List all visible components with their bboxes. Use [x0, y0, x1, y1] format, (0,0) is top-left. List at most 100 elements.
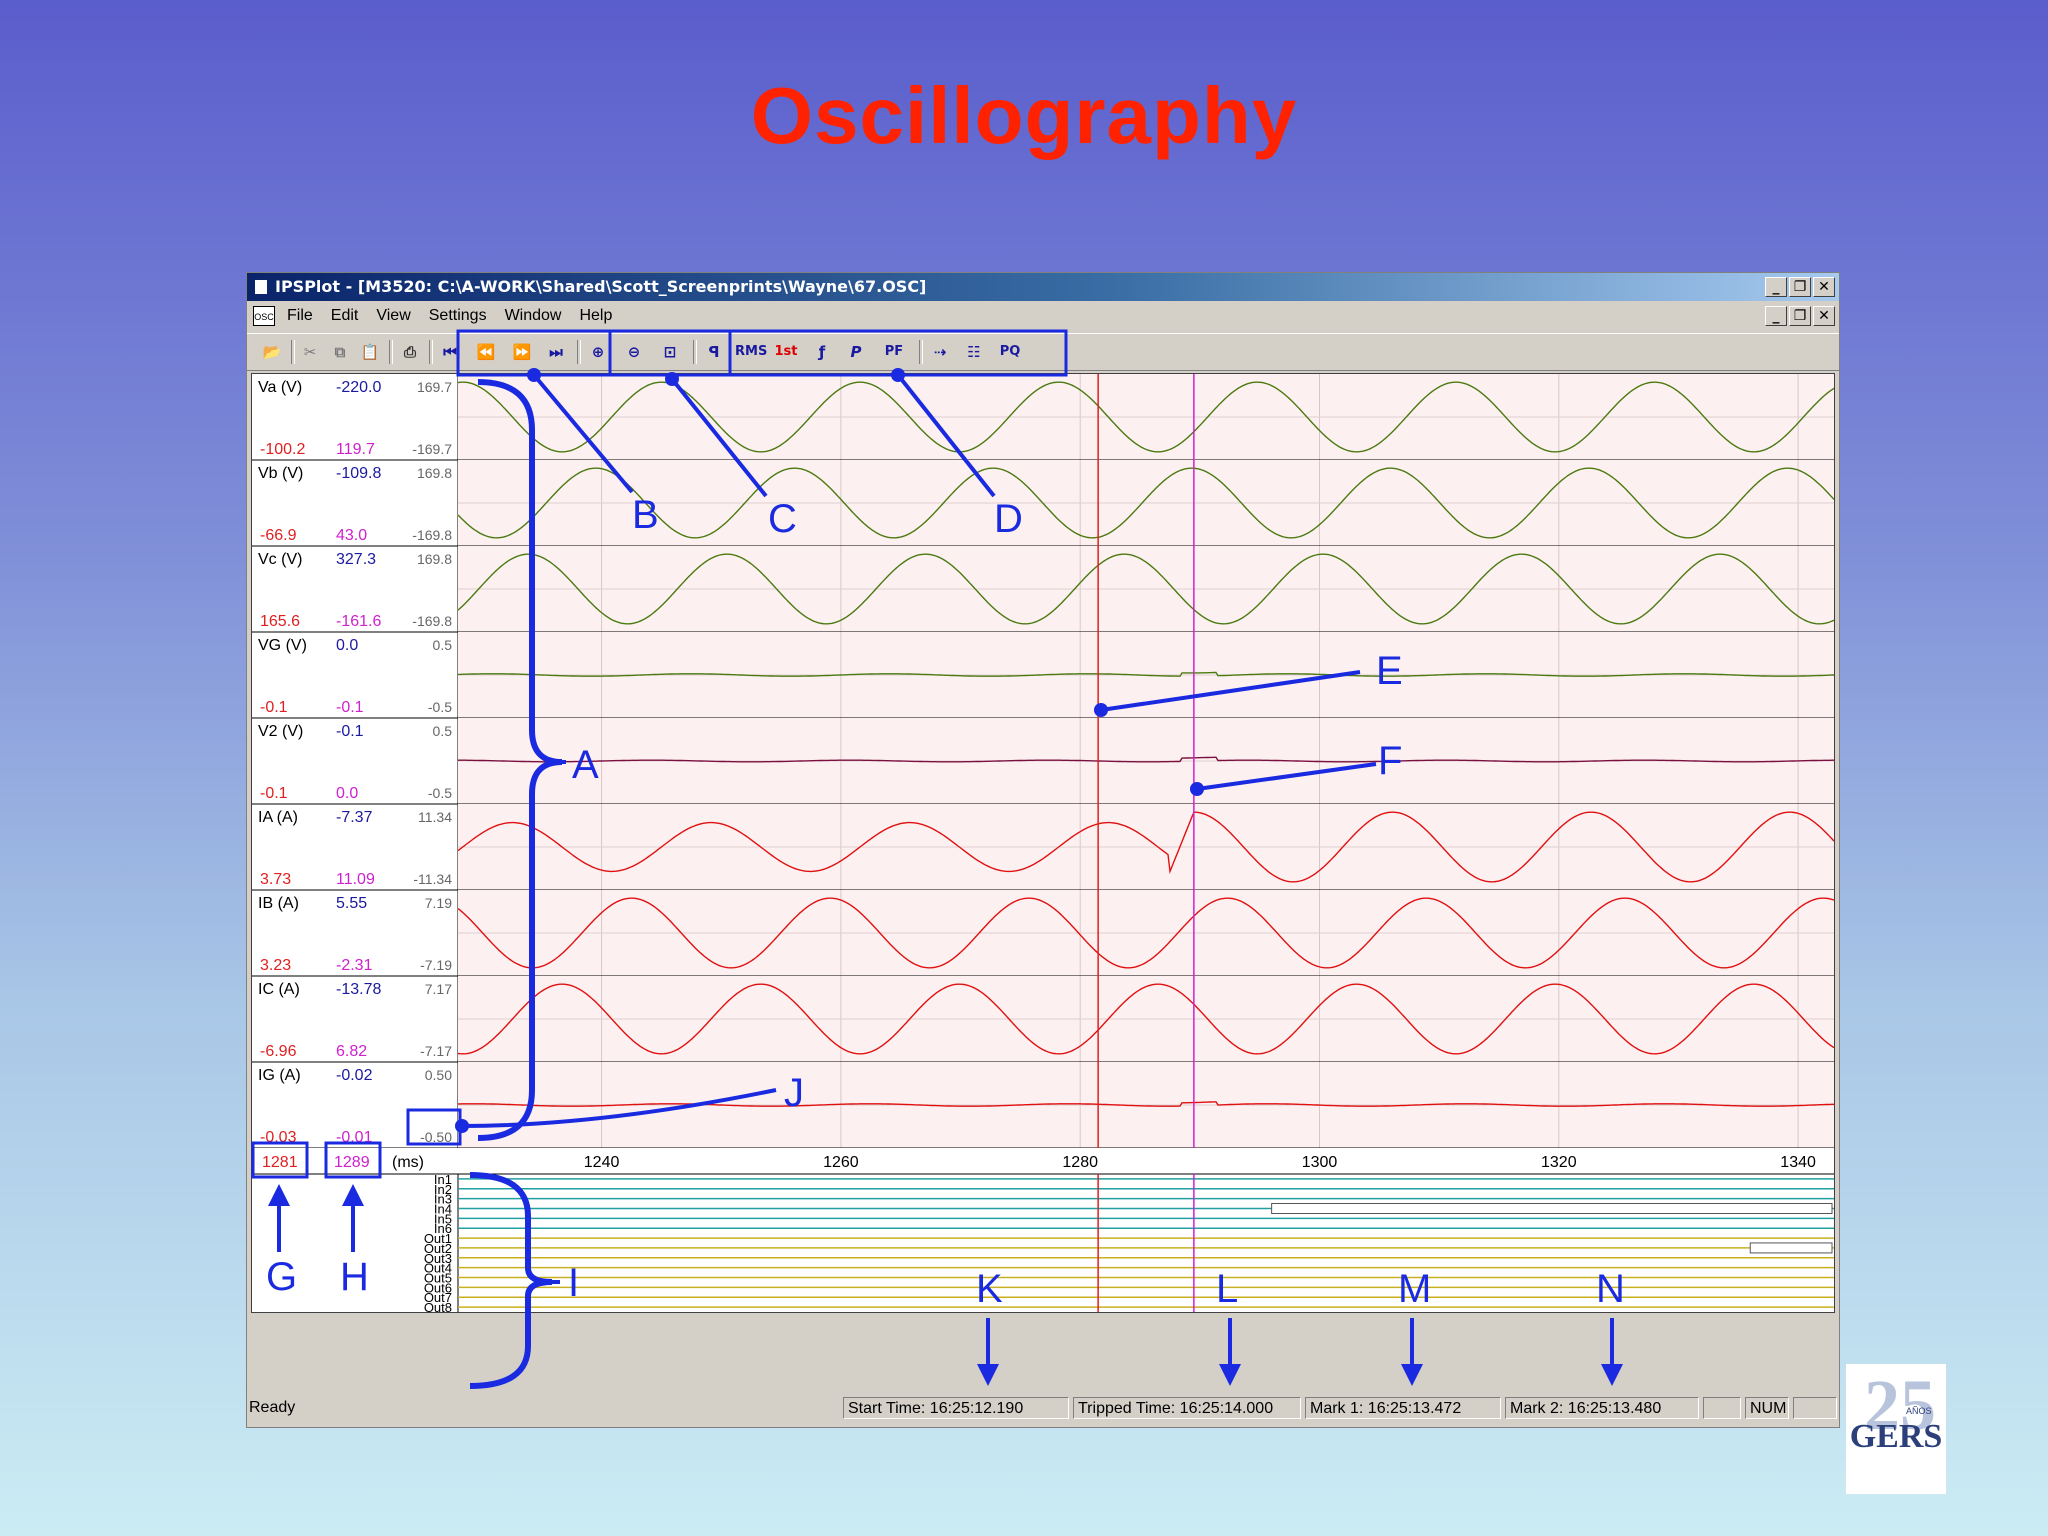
zoom-out-icon[interactable]: ⊖	[621, 340, 647, 364]
harmonics-icon[interactable]: ☷	[961, 340, 987, 364]
oscillography-plot[interactable]: Va (V) -220.0 169.7 -100.2 119.7 -169.7 Vb (V)…	[252, 374, 1835, 1315]
ipsplot-window: IPSPlot - [M3520: C:\A-WORK\Shared\Scott…	[246, 272, 1840, 1428]
trace-icon[interactable]: ⇢	[927, 340, 953, 364]
menu-view[interactable]: View	[376, 303, 410, 329]
document-icon[interactable]: OSC	[253, 306, 275, 326]
channel-value: 5.55	[336, 895, 367, 912]
first-harmonic-button[interactable]: 1st	[771, 340, 801, 364]
channel-min: -11.34	[413, 871, 452, 887]
channel-value: -0.02	[336, 1067, 373, 1084]
channel-min: -0.5	[428, 785, 452, 801]
power-factor-button[interactable]: PF	[879, 340, 909, 364]
zoom-in-icon[interactable]: ⊕	[585, 340, 611, 364]
channel-cursor1-value: -0.1	[260, 699, 288, 716]
menu-bar: OSC File Edit View Settings Window Help …	[247, 303, 1839, 329]
tripped-time-panel: Tripped Time: 16:25:14.000	[1073, 1397, 1301, 1419]
channel-name: IG (A)	[258, 1067, 301, 1084]
gers-logo: 25 AÑOS GERS	[1846, 1364, 1946, 1494]
channel-value: -7.37	[336, 809, 373, 826]
channel-cursor2-value: -0.01	[336, 1129, 373, 1146]
first-icon[interactable]: ⏮	[437, 340, 463, 364]
menu-settings[interactable]: Settings	[429, 303, 487, 329]
close-button[interactable]: ✕	[1813, 277, 1835, 297]
channel-max: 169.8	[417, 465, 452, 481]
channel-max: 11.34	[418, 809, 452, 825]
channel-cursor1-value: -100.2	[260, 441, 305, 458]
zoom-fit-icon[interactable]: ⊡	[657, 340, 683, 364]
time-tick: 1280	[1062, 1154, 1098, 1171]
logo-subtitle: AÑOS	[1906, 1406, 1932, 1416]
channel-min: -0.5	[428, 699, 452, 715]
menu-help[interactable]: Help	[579, 303, 612, 329]
digital-channel-name: Out8	[424, 1300, 452, 1312]
num-lock-panel: NUM	[1745, 1397, 1789, 1419]
rms-button[interactable]: RMS	[735, 340, 767, 364]
channel-cursor2-value: 11.09	[336, 871, 375, 888]
pq-button[interactable]: PQ	[995, 340, 1025, 364]
channel-max: 7.19	[425, 895, 452, 911]
channel-cursor2-value: 119.7	[336, 441, 375, 458]
channel-min: -169.8	[412, 527, 452, 543]
open-icon[interactable]: 📂	[259, 340, 285, 364]
mdi-restore-button[interactable]: ❐	[1789, 306, 1811, 326]
channel-name: Vb (V)	[258, 465, 303, 482]
previous-icon[interactable]: ⏪	[473, 340, 499, 364]
plot-area[interactable]: Va (V) -220.0 169.7 -100.2 119.7 -169.7 Vb (V)…	[251, 373, 1835, 1315]
channel-name: IC (A)	[258, 981, 300, 998]
channel-max: 7.17	[425, 981, 452, 997]
time-tick: 1340	[1780, 1154, 1816, 1171]
channel-name: Va (V)	[258, 379, 302, 396]
channel-value: -109.8	[336, 465, 381, 482]
channel-cursor2-value: -0.1	[336, 699, 364, 716]
phasor-icon[interactable]: ꟼ	[701, 340, 727, 364]
paste-icon[interactable]: 📋	[357, 340, 383, 364]
channel-cursor2-value: 6.82	[336, 1043, 367, 1060]
frequency-icon[interactable]: ƒ	[809, 340, 835, 364]
copy-icon[interactable]: ⧉	[327, 340, 353, 364]
channel-max: 0.5	[433, 723, 453, 739]
mdi-close-button[interactable]: ✕	[1813, 306, 1835, 326]
channel-cursor1-value: -6.96	[260, 1043, 297, 1060]
channel-min: -169.8	[412, 613, 452, 629]
time-unit: (ms)	[392, 1154, 424, 1171]
channel-value: -0.1	[336, 723, 364, 740]
menu-window[interactable]: Window	[505, 303, 562, 329]
channel-min: -169.7	[412, 441, 452, 457]
digital-high-pulse	[1271, 1203, 1833, 1214]
power-button[interactable]: P	[843, 340, 869, 364]
time-tick: 1320	[1541, 1154, 1577, 1171]
time-tick: 1260	[823, 1154, 859, 1171]
channel-cursor1-value: -66.9	[260, 527, 297, 544]
time-axis	[252, 1148, 1834, 1174]
status-blank-panel	[1703, 1397, 1741, 1419]
mdi-minimize-button[interactable]: _	[1765, 306, 1787, 326]
channel-cursor1-value: -0.03	[260, 1129, 297, 1146]
channel-cursor2-value: 0.0	[336, 785, 358, 802]
restore-button[interactable]: ❐	[1789, 277, 1811, 297]
status-blank-panel-2	[1793, 1397, 1837, 1419]
channel-value: -220.0	[336, 379, 381, 396]
channel-min: -7.17	[420, 1043, 452, 1059]
cut-icon[interactable]: ✂	[297, 340, 323, 364]
menu-edit[interactable]: Edit	[331, 303, 359, 329]
start-time-panel: Start Time: 16:25:12.190	[843, 1397, 1069, 1419]
digital-high-pulse	[1749, 1242, 1833, 1254]
cursor1-time: 1281	[262, 1154, 298, 1171]
status-bar: Ready Start Time: 16:25:12.190 Tripped T…	[247, 1393, 1839, 1423]
mark1-panel: Mark 1: 16:25:13.472	[1305, 1397, 1501, 1419]
minimize-button[interactable]: _	[1765, 277, 1787, 297]
last-icon[interactable]: ⏭	[543, 340, 569, 364]
channel-value: 0.0	[336, 637, 358, 654]
channel-max: 169.7	[417, 379, 452, 395]
print-icon[interactable]: ⎙	[397, 340, 423, 364]
title-bar[interactable]: IPSPlot - [M3520: C:\A-WORK\Shared\Scott…	[247, 273, 1839, 301]
channel-cursor2-value: 43.0	[336, 527, 367, 544]
menu-file[interactable]: File	[287, 303, 313, 329]
channel-value: -13.78	[336, 981, 381, 998]
slide-title: Oscillography	[750, 71, 1298, 160]
time-tick: 1240	[584, 1154, 620, 1171]
app-icon	[255, 280, 267, 294]
channel-min: -7.19	[420, 957, 452, 973]
next-icon[interactable]: ⏩	[509, 340, 535, 364]
toolbar: 📂 ✂ ⧉ 📋 ⎙ ⏮ ⏪ ⏩ ⏭ ⊕ ⊖ ⊡ ꟼ RMS 1st ƒ P PF…	[247, 333, 1839, 371]
